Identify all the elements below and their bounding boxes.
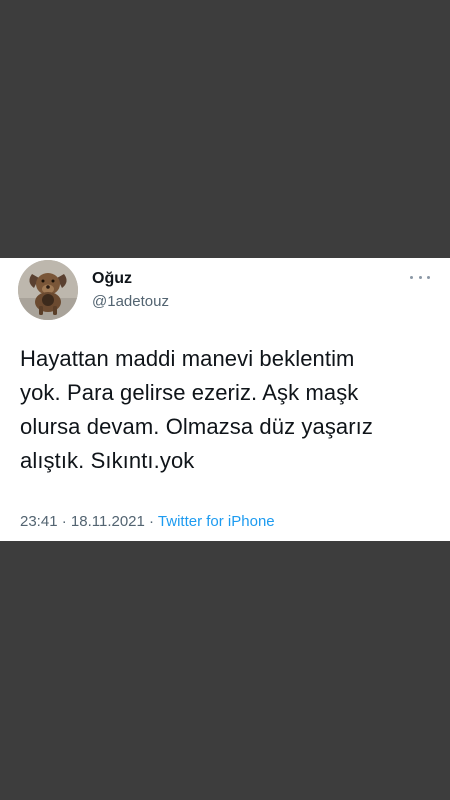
display-name[interactable]: Oğuz [92, 270, 132, 288]
tweet-text-line: alıştık. Sıkıntı.yok [20, 448, 195, 473]
meta-separator: · [144, 513, 158, 530]
tweet-time[interactable]: 23:41 [20, 513, 58, 530]
more-horizontal-icon-dot-1 [410, 275, 413, 279]
tweet-source-link[interactable]: Twitter for iPhone [158, 513, 275, 530]
meta-separator: · [57, 513, 71, 530]
tweet-card[interactable]: Oğuz @1adetouz Hayattan maddi manevi bek… [0, 258, 450, 541]
tweet-date[interactable]: 18.11.2021 [71, 513, 145, 530]
more-horizontal-icon-dot-2 [418, 275, 422, 279]
user-handle[interactable]: @1adetouz [92, 293, 169, 310]
tweet-text-line: olursa devam. Olmazsa düz yaşarız [20, 414, 373, 439]
more-options-button[interactable] [410, 270, 430, 284]
tweet-meta: 23:41 · 18.11.2021 · Twitter for iPhone [20, 513, 275, 530]
tweet-text-line: Hayattan maddi manevi beklentim [20, 346, 355, 371]
screenshot-page: Oğuz @1adetouz Hayattan maddi manevi bek… [0, 0, 450, 800]
puppy-avatar-image [18, 260, 78, 320]
more-horizontal-icon-dot-3 [427, 275, 430, 279]
tweet-text-line: yok. Para gelirse ezeriz. Aşk maşk [20, 380, 359, 405]
avatar[interactable] [18, 260, 78, 320]
tweet-text: Hayattan maddi manevi beklentim yok. Par… [20, 342, 425, 478]
